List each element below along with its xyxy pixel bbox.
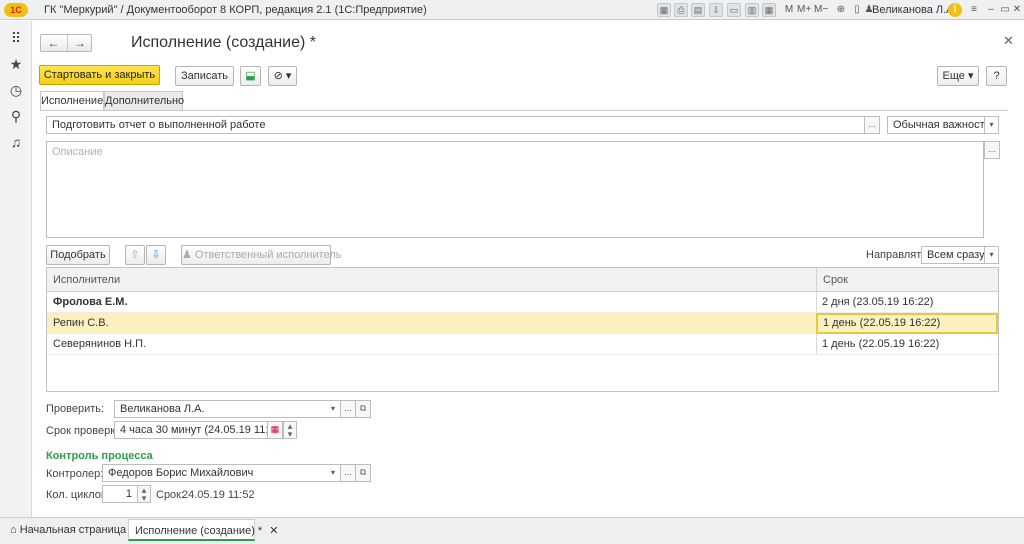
responsible-executor-label: Ответственный исполнитель	[194, 249, 342, 261]
description-more-button[interactable]: ...	[984, 141, 1000, 159]
minimize-icon[interactable]: –	[984, 3, 998, 17]
current-tab-label: Исполнение (создание) *	[135, 525, 263, 537]
direct-select[interactable]: Всем сразу ▾	[921, 246, 999, 264]
controller-label: Контролер:	[46, 468, 104, 480]
memory-button[interactable]: M	[782, 3, 796, 17]
forward-arrow-icon[interactable]: →	[67, 35, 92, 51]
favorites-star-icon[interactable]: ★	[8, 56, 24, 72]
controller-more-button[interactable]: ...	[340, 464, 356, 482]
grid-icon[interactable]: ▦	[657, 3, 671, 17]
performer-term: 1 день (22.05.19 16:22)	[816, 334, 998, 354]
notifications-bell-icon[interactable]: ♫	[8, 134, 24, 150]
tab-current-document[interactable]: Исполнение (создание) * ✕	[128, 519, 278, 541]
more-menu-button[interactable]: Еще ▾	[937, 66, 979, 86]
deadline-value: 24.05.19 11:52	[182, 489, 255, 501]
tab-home-page[interactable]: ⌂ Начальная страница	[10, 519, 126, 541]
help-button[interactable]: ?	[986, 66, 1007, 86]
performer-name: Северянинов Н.П.	[53, 338, 147, 350]
description-textarea[interactable]: Описание	[46, 141, 984, 238]
start-and-close-button[interactable]: Стартовать и закрыть	[39, 65, 160, 85]
form-close-icon[interactable]: ✕	[1003, 33, 1014, 49]
check-value: Великанова Л.А.	[120, 403, 205, 415]
app-logo[interactable]: 1С	[4, 3, 28, 17]
more-label: Еще	[942, 70, 965, 82]
responsible-executor-button[interactable]: ♟ Ответственный исполнитель	[181, 245, 341, 265]
performer-term: 2 дня (23.05.19 16:22)	[816, 292, 998, 312]
info-icon[interactable]: i	[948, 3, 962, 17]
cycles-stepper[interactable]: ▴ ▾	[137, 485, 151, 503]
table-row[interactable]: Фролова Е.М. 2 дня (23.05.19 16:22)	[47, 292, 998, 313]
tab-execution[interactable]: Исполнение	[40, 91, 104, 111]
back-arrow-icon[interactable]: ←	[41, 35, 66, 51]
cycles-field[interactable]: 1	[102, 485, 138, 503]
memory-plus-button[interactable]: M+	[797, 3, 811, 17]
calendar-icon[interactable]: ▦	[267, 421, 283, 439]
chevron-down-icon: ▾	[326, 465, 340, 481]
window-titlebar: 1С ГК "Меркурий" / Документооборот 8 КОР…	[0, 0, 1024, 20]
save-button[interactable]: Записать	[175, 66, 234, 86]
column-header-performers[interactable]: Исполнители	[47, 268, 816, 292]
performers-table: Исполнители Срок Фролова Е.М. 2 дня (23.…	[46, 267, 999, 392]
check-more-button[interactable]: ...	[340, 400, 356, 418]
calendar-icon[interactable]: ▦	[762, 3, 776, 17]
sidebar: ⠿ ★ ◷ ⚲ ♫	[0, 21, 32, 517]
table-row[interactable]: Северянинов Н.П. 1 день (22.05.19 16:22)	[47, 334, 998, 355]
preview-icon[interactable]: ▤	[691, 3, 705, 17]
attach-dropdown-icon[interactable]: ⊘ ▾	[268, 66, 297, 86]
check-label: Проверить:	[46, 403, 105, 415]
zoom-icon[interactable]: ⊕	[834, 3, 848, 17]
table-icon[interactable]: ▥	[745, 3, 759, 17]
menu-icon[interactable]: ≡	[967, 3, 981, 17]
cycles-label: Кол. циклов:	[46, 489, 110, 501]
performer-term[interactable]: 1 день (22.05.19 16:22)	[816, 313, 998, 334]
history-icon[interactable]: ◷	[8, 82, 24, 98]
performer-name: Репин С.В.	[53, 317, 109, 329]
window-title: ГК "Меркурий" / Документооборот 8 КОРП, …	[44, 4, 427, 16]
print-icon[interactable]: ⎙	[674, 3, 688, 17]
move-down-icon[interactable]: ⇩	[146, 245, 166, 265]
move-up-icon[interactable]: ⇧	[125, 245, 145, 265]
window-close-icon[interactable]: ✕	[1010, 3, 1024, 17]
doc-icon[interactable]: ▭	[727, 3, 741, 17]
tab-additional[interactable]: Дополнительно	[104, 91, 184, 110]
person-icon: ♟	[182, 249, 195, 261]
controller-select[interactable]: Федоров Борис Михайлович ▾	[102, 464, 341, 482]
performer-name: Фролова Е.М.	[53, 296, 128, 308]
subject-more-button[interactable]: ...	[864, 116, 880, 134]
close-tab-icon[interactable]: ✕	[269, 525, 278, 537]
importance-value: Обычная важность	[893, 119, 991, 131]
nav-buttons: ← →	[40, 34, 92, 52]
page-title: Исполнение (создание) *	[131, 34, 317, 51]
check-term-label: Срок проверки:	[46, 425, 125, 437]
current-user[interactable]: Великанова Л.А.	[872, 4, 957, 16]
tab-divider	[40, 110, 1008, 111]
importance-select[interactable]: Обычная важность ▾	[887, 116, 999, 134]
home-tab-label: Начальная страница	[19, 524, 127, 536]
select-button[interactable]: Подобрать	[46, 245, 110, 265]
home-icon: ⌂	[10, 524, 20, 536]
chevron-down-icon: ▾	[984, 247, 998, 263]
controller-open-icon[interactable]: ⧉	[355, 464, 371, 482]
chevron-down-icon: ▾	[984, 117, 998, 133]
deadline-label: Срок:	[156, 489, 185, 501]
download-icon[interactable]: ⇩	[709, 3, 723, 17]
column-header-term[interactable]: Срок	[816, 268, 998, 292]
check-select[interactable]: Великанова Л.А. ▾	[114, 400, 341, 418]
save-green-icon[interactable]: ⬓	[240, 66, 261, 86]
subject-field[interactable]: Подготовить отчет о выполненной работе	[46, 116, 865, 134]
term-stepper[interactable]: ▴ ▾	[283, 421, 297, 439]
process-control-title: Контроль процесса	[46, 450, 153, 462]
table-row-selected[interactable]: Репин С.В. 1 день (22.05.19 16:22)	[47, 313, 998, 334]
check-term-field[interactable]: 4 часа 30 минут (24.05.19 11:52)	[114, 421, 268, 439]
apps-grid-icon[interactable]: ⠿	[8, 30, 24, 46]
direct-value: Всем сразу	[927, 249, 985, 261]
search-icon[interactable]: ⚲	[8, 108, 24, 124]
check-open-icon[interactable]: ⧉	[355, 400, 371, 418]
controller-value: Федоров Борис Михайлович	[108, 467, 254, 479]
chevron-down-icon: ▾	[326, 401, 340, 417]
memory-minus-button[interactable]: M−	[814, 3, 828, 17]
